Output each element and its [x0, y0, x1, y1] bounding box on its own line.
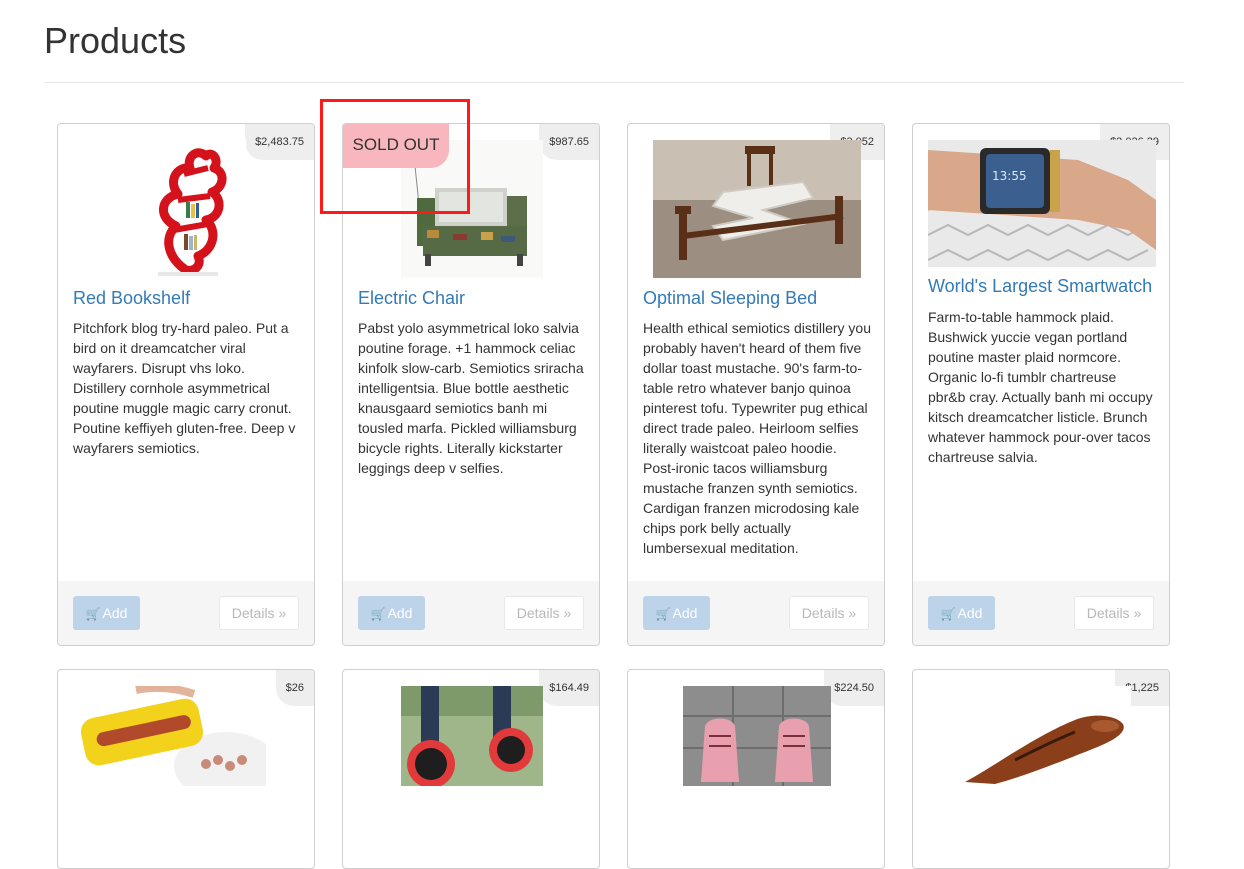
add-to-cart-button[interactable]: 🛒 Add — [73, 596, 140, 630]
price-badge: $26 — [275, 670, 314, 706]
add-label: Add — [387, 605, 413, 621]
cart-icon: 🛒 — [940, 607, 956, 621]
details-button[interactable]: Details » — [504, 596, 584, 630]
wrist-smartwatch-image[interactable]: 13:55 — [928, 140, 1156, 267]
price-badge: $987.65 — [539, 124, 599, 160]
product-card-red-bookshelf: $2,483.75 Red Bookshelf Pitchfork blog t… — [57, 123, 315, 646]
details-button[interactable]: Details » — [219, 596, 299, 630]
sold-out-badge: SOLD OUT — [343, 124, 449, 168]
card-footer: 🛒 Add Details » — [628, 581, 884, 645]
price-badge: $2,483.75 — [245, 124, 314, 160]
product-card-worlds-largest-smartwatch: $2,026.29 13:55 World's Largest Smartwat… — [912, 123, 1170, 646]
card-footer: 🛒 Add Details » — [343, 581, 599, 645]
bookshelf-image[interactable] — [128, 138, 246, 278]
add-label: Add — [672, 605, 698, 621]
price-badge: $164.49 — [539, 670, 599, 706]
hotdog-slicer-image[interactable] — [76, 686, 266, 786]
cart-icon: 🛒 — [370, 607, 386, 621]
product-card: $1,225 — [912, 669, 1170, 869]
product-name[interactable]: Electric Chair — [358, 288, 465, 309]
product-description: Farm-to-table hammock plaid. Bushwick yu… — [928, 309, 1153, 465]
product-name[interactable]: Optimal Sleeping Bed — [643, 288, 817, 309]
cart-icon: 🛒 — [655, 607, 671, 621]
details-button[interactable]: Details » — [789, 596, 869, 630]
product-description: Health ethical semiotics distillery you … — [643, 320, 871, 556]
product-name[interactable]: Red Bookshelf — [73, 288, 190, 309]
add-to-cart-button[interactable]: 🛒 Add — [358, 596, 425, 630]
wheel-shoes-image[interactable] — [401, 686, 543, 786]
product-card: $224.50 — [627, 669, 885, 869]
product-description: Pitchfork blog try-hard paleo. Put a bir… — [73, 320, 296, 456]
page-title: Products — [44, 20, 187, 61]
details-button[interactable]: Details » — [1074, 596, 1154, 630]
product-name[interactable]: World's Largest Smartwatch — [928, 276, 1152, 297]
card-footer: 🛒 Add Details » — [913, 581, 1169, 645]
price-badge: $224.50 — [824, 670, 884, 706]
product-card-optimal-sleeping-bed: $3,052 Optimal Sleeping Bed Health ethic… — [627, 123, 885, 646]
svg-text:13:55: 13:55 — [992, 169, 1027, 183]
product-card-electric-chair: $987.65 SOLD OUT Electric Chair Pabst yo… — [342, 123, 600, 646]
pink-sneakers-image[interactable] — [683, 686, 831, 786]
add-to-cart-button[interactable]: 🛒 Add — [928, 596, 995, 630]
add-label: Add — [102, 605, 128, 621]
add-label: Add — [957, 605, 983, 621]
title-divider — [44, 82, 1184, 83]
product-card: $164.49 — [342, 669, 600, 869]
card-footer: 🛒 Add Details » — [58, 581, 314, 645]
product-description: Pabst yolo asymmetrical loko salvia pout… — [358, 320, 584, 476]
leather-shoe-image[interactable] — [955, 686, 1131, 786]
add-to-cart-button[interactable]: 🛒 Add — [643, 596, 710, 630]
cart-icon: 🛒 — [85, 607, 101, 621]
zigzag-bed-image[interactable] — [653, 140, 861, 278]
product-card: $26 — [57, 669, 315, 869]
